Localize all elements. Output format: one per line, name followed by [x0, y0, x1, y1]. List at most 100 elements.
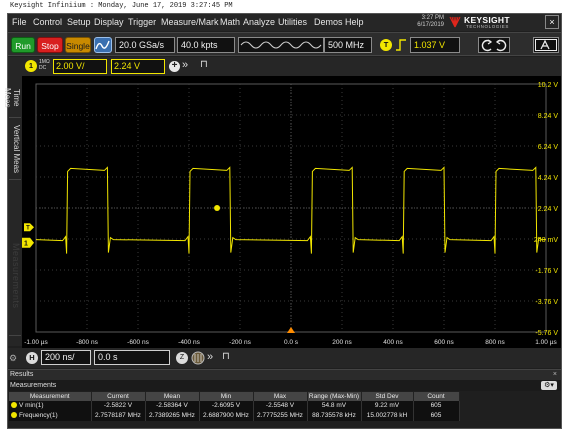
table-cell: 54.8 mV — [307, 401, 362, 411]
table-row[interactable]: Frequency(1) 2.7578187 MHz 2.7389265 MHz… — [9, 411, 460, 421]
table-cell: -2.5548 V — [253, 401, 308, 411]
time-tick-label: 200 ns — [332, 339, 352, 346]
menu-demos[interactable]: Demos — [314, 17, 343, 27]
time-tick-label: -1.00 µs — [24, 339, 48, 346]
table-cell: 15.002778 kH — [361, 411, 414, 421]
column-header[interactable]: Current — [91, 392, 146, 401]
time-tick-label: -400 ns — [178, 339, 200, 346]
clock: 3:27 PM 6/17/2019 — [400, 15, 444, 29]
table-cell: 2.7775255 MHz — [253, 411, 308, 421]
toolbar: Run Stop Single 20.0 GSa/s 40.0 kpts 500… — [8, 32, 561, 56]
menu-control[interactable]: Control — [33, 17, 62, 27]
voltage-tick-label: 2.24 V — [538, 206, 559, 213]
measurements-watermark: Measurements — [9, 216, 21, 336]
measurement-name-cell: V min(1) — [9, 401, 92, 411]
table-cell: 9.22 mV — [361, 401, 414, 411]
expand-channels-icon[interactable]: » — [182, 59, 188, 71]
time-scale-field[interactable]: 200 ns/ — [41, 350, 91, 365]
channel-1-coupling-mode: DC — [39, 65, 47, 71]
run-button[interactable]: Run — [11, 37, 35, 53]
channel-1-dot-icon — [11, 412, 17, 419]
clock-time: 3:27 PM — [421, 15, 444, 21]
voltage-tick-label: -5.76 V — [535, 330, 558, 337]
tab-time-meas[interactable]: Time Meas — [3, 78, 21, 118]
timebase-bar: ⚙ H 200 ns/ 0.0 s Z » ⊓ — [8, 348, 561, 368]
pin-icon[interactable]: ⊓ — [222, 351, 230, 362]
single-button[interactable]: Single — [65, 37, 91, 53]
channel-1-scale-field[interactable]: 2.00 V/ — [53, 59, 107, 74]
menu-display[interactable]: Display — [94, 17, 124, 27]
menu-analyze[interactable]: Analyze — [243, 17, 275, 27]
measurement-name: Frequency(1) — [19, 412, 58, 419]
memory-depth-field[interactable]: 40.0 kpts — [177, 37, 235, 53]
voltage-tick-label: 8.24 V — [538, 113, 559, 120]
menu-file[interactable]: File — [12, 17, 27, 27]
table-row[interactable]: V min(1) -2.5822 V -2.58364 V -2.6095 V … — [9, 401, 460, 411]
trigger-badge[interactable]: T — [380, 39, 392, 51]
undo-redo-button[interactable] — [478, 37, 510, 53]
column-header[interactable]: Max — [253, 392, 308, 401]
results-header[interactable]: Results × — [8, 369, 561, 380]
touch-icon — [535, 39, 557, 51]
channel-bar: 1 1MΩ DC 2.00 V/ 2.24 V + » ⊓ — [8, 57, 561, 76]
time-position-field[interactable]: 0.0 s — [94, 350, 170, 365]
horizontal-badge[interactable]: H — [26, 352, 38, 364]
bandwidth-wave-icon[interactable] — [238, 37, 324, 53]
autoscale-button[interactable] — [94, 37, 112, 53]
table-cell: 88.735578 kHz — [307, 411, 362, 421]
sample-rate-field[interactable]: 20.0 GSa/s — [115, 37, 175, 53]
table-cell: 2.6887900 MHz — [199, 411, 254, 421]
table-cell: -2.5822 V — [91, 401, 146, 411]
add-channel-button[interactable]: + — [169, 61, 180, 72]
measurement-settings-button[interactable]: ⚙▾ — [541, 381, 557, 390]
channel-1-offset-field[interactable]: 2.24 V — [111, 59, 165, 74]
channel-1-badge[interactable]: 1 — [25, 60, 37, 72]
bandwidth-field[interactable]: 500 MHz — [324, 37, 372, 53]
menu-help[interactable]: Help — [345, 17, 364, 27]
measurements-header: Measurements ⚙▾ — [8, 380, 561, 391]
time-tick-label: 0.0 s — [284, 339, 299, 346]
window-title: Keysight Infiniium : Monday, June 17, 20… — [0, 0, 569, 13]
time-tick-label: 400 ns — [383, 339, 403, 346]
tab-vertical-meas[interactable]: Vertical Meas — [9, 120, 21, 180]
rising-edge-icon[interactable] — [395, 38, 407, 52]
menu-measure-mark[interactable]: Measure/Mark — [161, 17, 219, 27]
menu-setup[interactable]: Setup — [67, 17, 91, 27]
time-tick-label: -800 ns — [76, 339, 98, 346]
touch-button[interactable] — [533, 37, 559, 53]
voltage-tick-label: 4.24 V — [538, 175, 559, 182]
column-header[interactable]: Min — [199, 392, 254, 401]
table-cell: 2.7389265 MHz — [145, 411, 200, 421]
results-close-icon[interactable]: × — [553, 370, 557, 380]
cursor-handle-icon[interactable] — [214, 205, 221, 211]
table-cell: 2.7578187 MHz — [91, 411, 146, 421]
channel-1-dot-icon — [11, 402, 17, 409]
brand-subtitle: TECHNOLOGIES — [466, 24, 509, 29]
table-cell: -2.6095 V — [199, 401, 254, 411]
close-icon[interactable]: × — [545, 15, 559, 29]
results-table: Measurement Current Mean Min Max Range (… — [9, 392, 460, 421]
column-header[interactable]: Std Dev — [361, 392, 414, 401]
expand-horizontal-icon[interactable]: » — [207, 351, 213, 363]
keysight-logo-icon — [449, 16, 461, 28]
trigger-level-field[interactable]: 1.037 V — [410, 37, 460, 53]
time-tick-label: 1.00 µs — [535, 339, 557, 346]
settings-icon[interactable]: ⚙ — [9, 353, 17, 364]
menu-math[interactable]: Math — [220, 17, 240, 27]
column-header[interactable]: Range (Max-Min) — [307, 392, 362, 401]
column-header[interactable]: Count — [413, 392, 460, 401]
trigger-position-marker[interactable] — [287, 327, 295, 333]
horizontal-knob-icon[interactable] — [191, 351, 205, 365]
menu-trigger[interactable]: Trigger — [128, 17, 156, 27]
menu-bar: File Control Setup Display Trigger Measu… — [8, 14, 561, 31]
pin-icon[interactable]: ⊓ — [200, 59, 208, 70]
clock-date: 6/17/2019 — [417, 22, 444, 28]
voltage-tick-label: -1.76 V — [535, 268, 558, 275]
zoom-button[interactable]: Z — [176, 352, 188, 364]
measurements-title: Measurements — [10, 382, 57, 389]
menu-utilities[interactable]: Utilities — [278, 17, 307, 27]
stop-button[interactable]: Stop — [37, 37, 63, 53]
column-header[interactable]: Mean — [145, 392, 200, 401]
waveform-display[interactable]: 10.2 V 8.24 V 6.24 V 4.24 V 2.24 V 240 mV -1.7… — [22, 76, 561, 348]
column-header[interactable]: Measurement — [9, 392, 92, 401]
